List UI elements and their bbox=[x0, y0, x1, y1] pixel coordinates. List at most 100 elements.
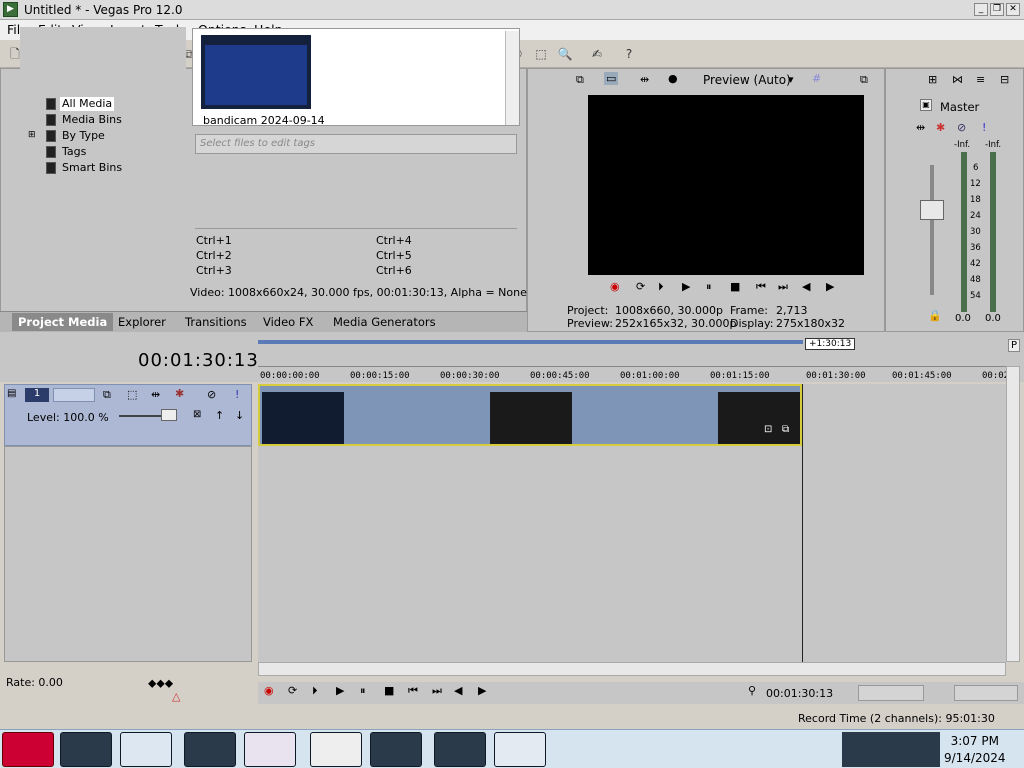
fx-icon[interactable]: ⇹ bbox=[916, 121, 925, 134]
taskbar-app[interactable] bbox=[494, 732, 546, 767]
play-from-start-icon[interactable]: ⏵ bbox=[312, 684, 318, 698]
tree-item-tags[interactable]: Tags bbox=[62, 145, 86, 159]
tab-transitions[interactable]: Transitions bbox=[185, 315, 247, 329]
solo-icon[interactable]: ! bbox=[982, 121, 986, 134]
previous-frame-icon[interactable]: ◀ bbox=[454, 684, 462, 697]
record-icon[interactable]: ◉ bbox=[264, 684, 274, 697]
expand-icon[interactable]: ⊞ bbox=[28, 130, 36, 140]
taskbar-app[interactable] bbox=[184, 732, 236, 767]
play-from-start-icon[interactable]: ⏵ bbox=[658, 280, 664, 294]
lock-icon[interactable]: 🔒 bbox=[928, 309, 942, 322]
taskbar-app[interactable] bbox=[370, 732, 422, 767]
start-button[interactable] bbox=[2, 732, 54, 767]
level-slider[interactable] bbox=[161, 409, 177, 421]
explorer-tabs: Project Media Explorer Transitions Video… bbox=[0, 311, 527, 332]
video-track-header[interactable]: ▤ 1 ⧉ ⬚ ⇹ ✱ ⊘ ! Level: 100.0 % ⊠ ↑ ↓ bbox=[4, 384, 252, 446]
taskbar-app[interactable] bbox=[434, 732, 486, 767]
stop-icon[interactable]: ■ bbox=[384, 684, 394, 697]
previous-frame-icon[interactable]: ◀ bbox=[802, 280, 810, 293]
tab-media-generators[interactable]: Media Generators bbox=[333, 315, 436, 329]
taskbar-app[interactable] bbox=[120, 732, 172, 767]
pause-icon[interactable]: ⏸ bbox=[360, 684, 366, 698]
right-meter bbox=[990, 152, 996, 312]
loop-icon[interactable]: ⟳ bbox=[288, 684, 297, 697]
master-toolbar-icon[interactable]: ⊞ bbox=[928, 73, 937, 86]
next-frame-icon[interactable]: ▶ bbox=[478, 684, 486, 697]
horizontal-scrollbar[interactable] bbox=[258, 662, 1006, 676]
split-screen-icon[interactable]: ⇹ bbox=[640, 73, 649, 86]
go-to-start-icon[interactable]: ⏮ bbox=[756, 280, 766, 294]
video-event-lane[interactable]: ⊡ ⧉ bbox=[258, 384, 802, 446]
master-fader[interactable] bbox=[920, 200, 944, 220]
copy-snapshot-icon[interactable]: ⧉ bbox=[860, 73, 868, 87]
expand-icon[interactable]: ↑ bbox=[215, 409, 224, 422]
ignore-grouping-icon[interactable]: ✍ bbox=[588, 45, 606, 63]
thumb-scrollbar[interactable] bbox=[505, 31, 519, 125]
external-monitor-icon[interactable]: ▭ bbox=[604, 72, 619, 85]
mute-icon[interactable]: ⊘ bbox=[957, 121, 966, 134]
downmix-icon[interactable]: ⋈ bbox=[952, 73, 963, 86]
video-event-thumbnail[interactable] bbox=[490, 392, 572, 444]
crop-icon[interactable]: ⊠ bbox=[193, 409, 201, 420]
effects-icon[interactable]: ✱ bbox=[936, 121, 945, 134]
tree-item-all-media[interactable]: All Media bbox=[60, 97, 115, 111]
mute-icon[interactable]: ⊘ bbox=[207, 388, 216, 401]
edit-tags-input[interactable]: Select files to edit tags bbox=[195, 134, 517, 154]
taskbar-clock[interactable]: 3:07 PM 9/14/2024 bbox=[944, 733, 1006, 767]
track-fx-icon[interactable]: ✱ bbox=[175, 387, 184, 400]
tab-project-media[interactable]: Project Media bbox=[12, 313, 114, 331]
zoom-tool-icon[interactable]: 🔍 bbox=[556, 45, 574, 63]
track-motion-icon[interactable]: ⇹ bbox=[151, 388, 160, 401]
loop-region-bar[interactable] bbox=[258, 340, 803, 344]
pan-crop-icon[interactable]: ⊡ bbox=[764, 424, 772, 435]
preview-quality-select[interactable]: Preview (Auto) bbox=[703, 73, 791, 87]
event-fx-icon[interactable]: ⧉ bbox=[782, 424, 789, 435]
chevron-down-icon[interactable]: ▾ bbox=[788, 73, 794, 86]
preview-properties-icon[interactable]: ⧉ bbox=[576, 73, 584, 87]
play-icon[interactable]: ▶ bbox=[336, 684, 344, 697]
dim-output-icon[interactable]: ≡ bbox=[976, 73, 985, 86]
selection-tool-icon[interactable]: ⬚ bbox=[532, 45, 550, 63]
minimize-button[interactable]: _ bbox=[974, 3, 988, 16]
grid-icon[interactable]: # bbox=[812, 72, 821, 85]
solo-icon[interactable]: ! bbox=[235, 388, 239, 401]
collapse-icon[interactable]: ▤ bbox=[7, 388, 16, 399]
pause-icon[interactable]: ⏸ bbox=[706, 280, 712, 294]
stop-icon[interactable]: ■ bbox=[730, 280, 740, 293]
tree-item-by-type[interactable]: By Type bbox=[62, 129, 105, 143]
compositing-mode-icon[interactable]: ⧉ bbox=[103, 388, 111, 402]
folder-icon bbox=[46, 114, 56, 126]
media-thumbnail[interactable] bbox=[201, 35, 311, 109]
restore-button[interactable]: ❐ bbox=[990, 3, 1004, 16]
taskbar-app[interactable] bbox=[244, 732, 296, 767]
tree-item-smart-bins[interactable]: Smart Bins bbox=[62, 161, 122, 175]
taskbar-app[interactable] bbox=[310, 732, 362, 767]
go-to-start-icon[interactable]: ⏮ bbox=[408, 684, 418, 698]
tab-explorer[interactable]: Explorer bbox=[118, 315, 166, 329]
mixer-icon[interactable]: ⊟ bbox=[1000, 73, 1009, 86]
video-event-thumbnail[interactable] bbox=[718, 392, 800, 444]
overlays-icon[interactable]: ● bbox=[668, 72, 678, 85]
time-ruler[interactable]: 00:00:00:00 00:00:15:00 00:00:30:00 00:0… bbox=[258, 366, 1015, 382]
taskbar-app[interactable] bbox=[60, 732, 112, 767]
marker-icon[interactable]: P bbox=[1008, 339, 1021, 352]
close-button[interactable]: ✕ bbox=[1006, 3, 1020, 16]
vertical-scrollbar[interactable] bbox=[1006, 366, 1020, 662]
loop-icon[interactable]: ⟳ bbox=[636, 280, 645, 293]
playhead-cursor[interactable] bbox=[802, 384, 803, 662]
collapse-down-icon[interactable]: ↓ bbox=[235, 409, 244, 422]
shortcut-label: Ctrl+1 bbox=[196, 234, 232, 247]
motion-icon[interactable]: ⬚ bbox=[127, 388, 137, 401]
track-name-input[interactable] bbox=[53, 388, 95, 402]
rate-slider[interactable]: ⬥⬥⬥ bbox=[148, 676, 173, 691]
tab-video-fx[interactable]: Video FX bbox=[263, 315, 313, 329]
next-frame-icon[interactable]: ▶ bbox=[826, 280, 834, 293]
whats-this-icon[interactable]: ? bbox=[620, 45, 638, 63]
play-icon[interactable]: ▶ bbox=[682, 280, 690, 293]
go-to-end-icon[interactable]: ⏭ bbox=[432, 684, 442, 698]
go-to-end-icon[interactable]: ⏭ bbox=[778, 280, 788, 294]
record-icon[interactable]: ◉ bbox=[610, 280, 620, 293]
tree-item-media-bins[interactable]: Media Bins bbox=[62, 113, 122, 127]
system-tray[interactable] bbox=[842, 732, 940, 767]
video-event-thumbnail[interactable] bbox=[262, 392, 344, 444]
